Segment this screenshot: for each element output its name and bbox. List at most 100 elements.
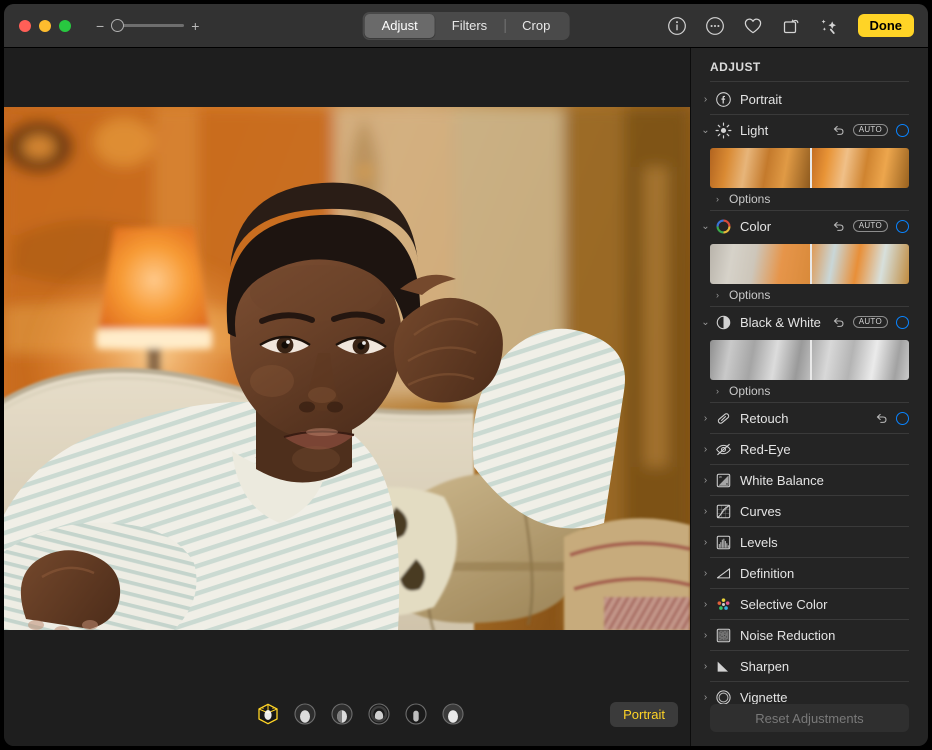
close-button[interactable] [19,20,31,32]
adjustment-label: Red-Eye [740,442,909,457]
filmstrip-selection-divider[interactable] [810,148,812,188]
levels-icon [715,534,732,551]
enable-toggle[interactable] [896,220,909,233]
chevron-right-icon[interactable]: › [699,444,712,455]
adjustment-row-definition[interactable]: › Definition [691,558,928,588]
chevron-down-icon[interactable]: ⌄ [699,317,712,328]
adjustment-row-retouch[interactable]: ›Retouch [691,403,928,433]
enable-toggle[interactable] [896,124,909,137]
adjustment-row-selective-color[interactable]: ›Selective Color [691,589,928,619]
chevron-right-icon[interactable]: › [699,537,712,548]
chevron-right-icon[interactable]: › [699,599,712,610]
revert-icon[interactable] [832,316,845,329]
chevron-right-icon[interactable]: › [699,568,712,579]
photo-viewport[interactable] [4,107,690,630]
enable-toggle[interactable] [896,316,909,329]
preview-thumb-after[interactable] [810,340,910,380]
chevron-right-icon[interactable]: › [699,94,712,105]
preview-filmstrip-light[interactable] [710,148,909,188]
adjustment-row-sharpen[interactable]: ›Sharpen [691,651,928,681]
auto-button[interactable]: AUTO [853,316,888,329]
chevron-down-icon[interactable]: ⌄ [699,221,712,232]
portrait-icon [715,91,732,108]
enable-toggle[interactable] [896,412,909,425]
chevron-right-icon[interactable]: › [712,386,723,396]
adjustment-row-color[interactable]: ⌄ColorAUTO [691,211,928,241]
revert-icon[interactable] [832,124,845,137]
adjustment-row-red-eye[interactable]: › Red-Eye [691,434,928,464]
revert-icon[interactable] [875,412,888,425]
zoom-slider-thumb[interactable] [111,19,124,32]
noise-reduction-icon [715,627,732,644]
tab-adjust[interactable]: Adjust [365,14,435,38]
chevron-right-icon[interactable]: › [712,290,723,300]
auto-button[interactable]: AUTO [853,124,888,137]
adjustment-row-vignette[interactable]: ›Vignette [691,682,928,704]
favorite-icon[interactable] [742,15,764,37]
options-label: Options [729,384,770,398]
contour-light-effect[interactable] [330,702,354,726]
chevron-right-icon[interactable]: › [699,506,712,517]
sharpen-icon [715,658,732,675]
options-row-black-white[interactable]: › Options [691,380,928,402]
chevron-right-icon[interactable]: › [712,194,723,204]
reset-adjustments-button[interactable]: Reset Adjustments [710,704,909,732]
adjustment-row-white-balance[interactable]: ›WBWhite Balance [691,465,928,495]
photos-editor-window: − + Adjust Filters Crop [4,4,928,746]
edited-photo[interactable] [4,107,690,630]
preview-thumb-after[interactable] [810,148,910,188]
rotate-icon[interactable] [780,15,802,37]
studio-light-effect[interactable] [293,702,317,726]
minimize-button[interactable] [39,20,51,32]
preview-filmstrip-color[interactable] [710,244,909,284]
tab-filters[interactable]: Filters [435,14,504,38]
adjustment-row-curves[interactable]: ›Curves [691,496,928,526]
auto-button[interactable]: AUTO [853,220,888,233]
levels-icon [715,534,732,551]
chevron-right-icon[interactable]: › [699,630,712,641]
adjustment-label: Black & White [740,315,832,330]
portrait-mode-button[interactable]: Portrait [610,702,678,727]
options-label: Options [729,288,770,302]
stage-light-mono-effect[interactable] [404,702,428,726]
chevron-down-icon[interactable]: ⌄ [699,125,712,136]
adjustment-label: Definition [740,566,909,581]
chevron-right-icon[interactable]: › [699,661,712,672]
chevron-right-icon[interactable]: › [699,692,712,703]
more-options-icon[interactable] [704,15,726,37]
zoom-button[interactable] [59,20,71,32]
preview-thumb-after[interactable] [810,244,910,284]
adjustment-row-black-white[interactable]: ⌄ Black & White AUTO [691,307,928,337]
natural-light-effect[interactable] [256,702,280,726]
preview-thumb-before[interactable] [710,148,810,188]
panel-title: ADJUST [691,48,928,81]
adjustment-row-levels[interactable]: ›Levels [691,527,928,557]
toolbar-actions: Done [666,14,915,37]
zoom-slider-control[interactable]: − + [96,19,199,33]
chevron-right-icon[interactable]: › [699,413,712,424]
filmstrip-selection-divider[interactable] [810,340,812,380]
auto-enhance-icon[interactable] [818,15,840,37]
adjustment-row-portrait[interactable]: ›Portrait [691,84,928,114]
stage-light-effect[interactable] [367,702,391,726]
options-row-light[interactable]: ›Options [691,188,928,210]
white-balance-icon: WB [715,472,732,489]
options-row-color[interactable]: › Options [691,284,928,306]
preview-thumb-before[interactable] [710,340,810,380]
black-and-white-icon [715,314,732,331]
preview-thumb-before[interactable] [710,244,810,284]
adjustment-row-noise-reduction[interactable]: ›Noise Reduction [691,620,928,650]
info-icon[interactable] [666,15,688,37]
zoom-in-icon[interactable]: + [191,19,199,33]
chevron-right-icon[interactable]: › [699,475,712,486]
preview-filmstrip-black-white[interactable] [710,340,909,380]
revert-icon[interactable] [832,220,845,233]
done-button[interactable]: Done [858,14,915,37]
zoom-slider-track[interactable] [111,19,184,33]
zoom-out-icon[interactable]: − [96,19,104,33]
filmstrip-selection-divider[interactable] [810,244,812,284]
high-key-light-mono-effect[interactable] [441,702,465,726]
adjustment-row-light[interactable]: ⌄LightAUTO [691,115,928,145]
tab-crop[interactable]: Crop [505,14,567,38]
mode-segmented-control[interactable]: Adjust Filters Crop [363,12,570,40]
